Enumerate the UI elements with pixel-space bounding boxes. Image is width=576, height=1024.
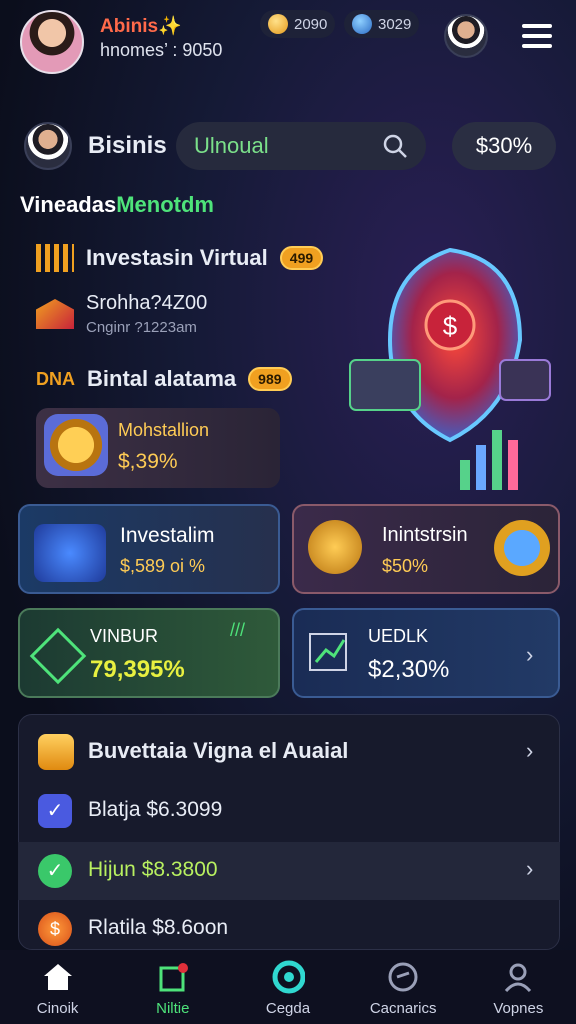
card-vinbur[interactable]: VINBUR 79,395% /// xyxy=(18,608,280,698)
gold-card-value: $,39% xyxy=(118,450,178,473)
chevron-right-icon[interactable]: › xyxy=(526,856,533,882)
target-icon xyxy=(271,960,305,994)
nav-item-home[interactable]: Cinoik xyxy=(3,960,113,1017)
panel-header: Buvettaia Vigna el Auaial xyxy=(88,738,349,763)
coin-counter[interactable]: 2090 xyxy=(260,10,336,38)
nav-item-center[interactable]: Cegda xyxy=(233,960,343,1017)
profile-name: Bisinis xyxy=(88,132,167,159)
box-icon xyxy=(36,299,74,329)
home-icon xyxy=(41,960,75,994)
user-balance: hnomes’ : 9050 xyxy=(100,40,223,60)
hamburger-menu-icon[interactable] xyxy=(522,24,552,48)
gold-card-title: Mohstallion xyxy=(118,420,210,440)
checkbox-icon: ✓ xyxy=(38,794,72,828)
gem-icon xyxy=(352,14,372,34)
card-uedlk[interactable]: UEDLK $2,30% › xyxy=(292,608,560,698)
panel-row[interactable]: Rlatila $8.6oon xyxy=(88,916,228,940)
profile-icon xyxy=(501,960,535,994)
dna-icon: DNA xyxy=(36,368,75,389)
list-item[interactable]: DNA Bintal alatama 989 xyxy=(36,366,292,392)
check-circle-icon: ✓ xyxy=(38,854,72,888)
nav-item-profile[interactable]: Vopnes xyxy=(463,960,573,1017)
username: Abinis✨ xyxy=(100,16,182,37)
bar-chart-icon xyxy=(36,244,74,272)
chevron-right-icon[interactable]: › xyxy=(526,642,533,668)
percent-pill[interactable]: $30% xyxy=(452,122,556,170)
gem-counter[interactable]: 3029 xyxy=(344,10,420,38)
diamond-icon xyxy=(29,627,87,685)
panel-row[interactable]: Blatja $6.3099 xyxy=(88,798,222,822)
compass-icon xyxy=(386,960,420,994)
cube-icon xyxy=(34,524,106,582)
profile-avatar[interactable] xyxy=(24,122,72,170)
search-input[interactable]: Ulnoual xyxy=(176,122,426,170)
hero-shield-illustration: $ xyxy=(349,247,551,490)
nav-item-tasks[interactable]: Niltie xyxy=(118,960,228,1017)
card-investalim[interactable]: Investalim $,589 oi % xyxy=(18,504,280,594)
shield-badge-icon xyxy=(38,734,74,770)
chart-doc-icon xyxy=(309,633,347,671)
nav-item-charts[interactable]: Cacnarics xyxy=(348,960,458,1017)
section-title: VineadasMenotdm xyxy=(20,192,214,217)
trend-icon: /// xyxy=(230,620,246,640)
chevron-right-icon[interactable]: › xyxy=(526,738,533,764)
friend-avatar[interactable] xyxy=(444,14,488,58)
list-item[interactable]: Investasin Virtual 499 xyxy=(36,244,324,272)
task-icon xyxy=(156,960,190,994)
count-badge: 499 xyxy=(279,246,324,270)
search-icon[interactable] xyxy=(382,133,408,159)
medal-icon xyxy=(494,520,550,576)
card-inintstrsin[interactable]: Inintstrsin $50% xyxy=(292,504,560,594)
panel-row[interactable]: Hijun $8.3800 xyxy=(88,858,218,882)
svg-text:$: $ xyxy=(443,311,458,341)
list-item[interactable]: Srohha?4Z00 Cnginr ?1223am xyxy=(36,292,207,336)
gold-coins-icon xyxy=(44,414,108,476)
dollar-icon: $ xyxy=(38,912,72,946)
count-badge: 989 xyxy=(248,367,292,391)
bottom-nav: Cinoik Niltie Cegda Cacnarics Vopnes xyxy=(0,950,576,1024)
coin-icon xyxy=(268,14,288,34)
dollar-coin-icon xyxy=(308,520,362,574)
user-avatar[interactable] xyxy=(20,10,84,74)
